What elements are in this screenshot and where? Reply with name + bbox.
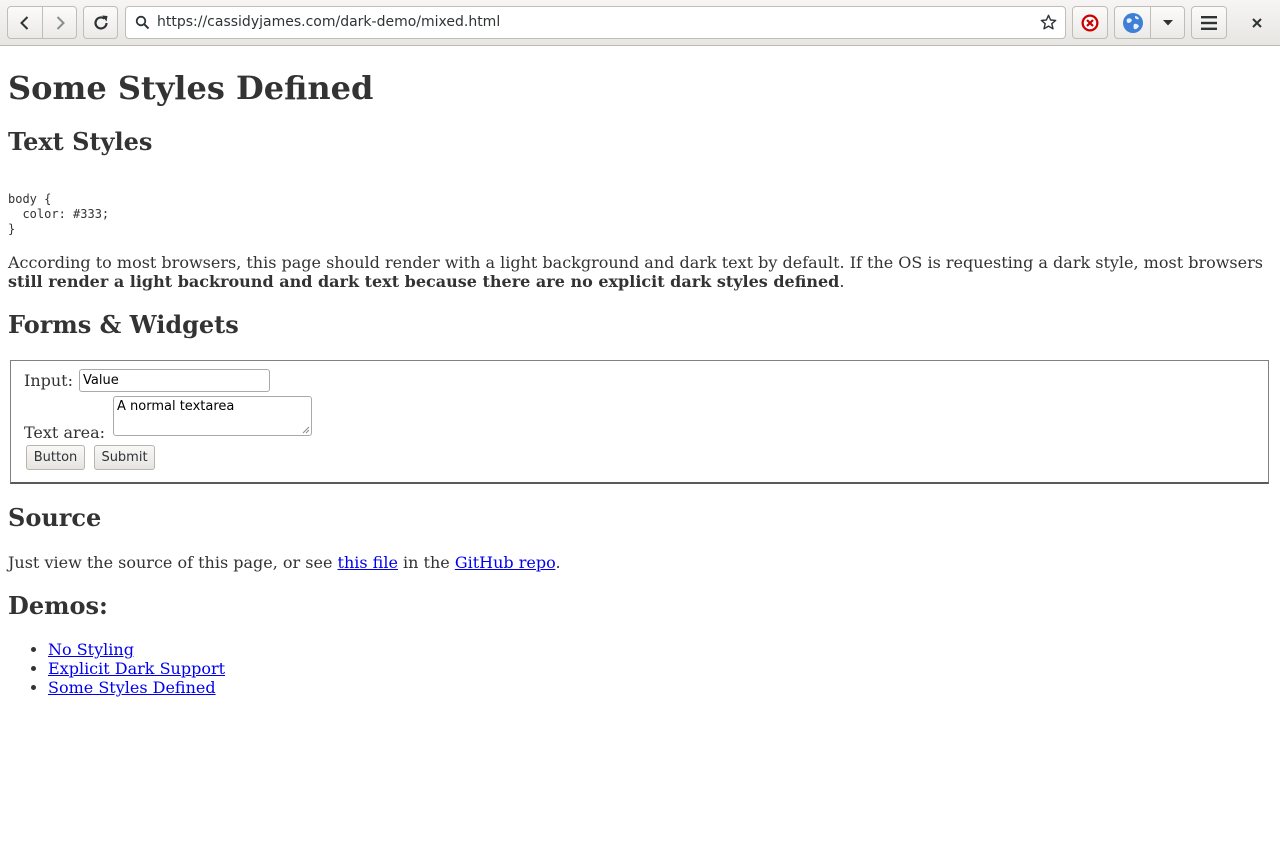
stop-icon [1081, 14, 1099, 31]
menu-group [1191, 6, 1227, 39]
reload-icon [93, 15, 108, 29]
list-item: Some Styles Defined [48, 678, 225, 697]
back-button[interactable] [8, 7, 42, 38]
back-arrow-icon [20, 15, 29, 30]
menu-button[interactable] [1192, 7, 1226, 38]
demo-link-explicit-dark-support[interactable]: Explicit Dark Support [48, 659, 225, 678]
source-text-3: . [555, 553, 561, 572]
close-icon [1252, 18, 1262, 28]
source-text-1: Just view the source of this page, or se… [8, 553, 338, 572]
globe-icon [1122, 12, 1143, 33]
stop-button[interactable] [1073, 7, 1107, 38]
source-paragraph: Just view the source of this page, or se… [8, 553, 1270, 572]
resize-grip-icon[interactable] [302, 426, 310, 434]
intro-text: According to most browsers, this page sh… [8, 253, 1263, 272]
url-text[interactable]: https://cassidyjames.com/dark-demo/mixed… [157, 7, 500, 38]
text-input[interactable]: Value [79, 369, 270, 392]
hamburger-menu-icon [1201, 15, 1217, 30]
globe-group [1114, 6, 1185, 39]
demos-heading: Demos: [8, 591, 108, 620]
intro-paragraph: According to most browsers, this page sh… [8, 253, 1270, 291]
demo-link-some-styles-defined[interactable]: Some Styles Defined [48, 678, 216, 697]
intro-end: . [839, 272, 845, 291]
intro-bold-text: still render a light backround and dark … [8, 272, 840, 291]
text-styles-heading: Text Styles [8, 127, 153, 156]
page-title: Some Styles Defined [8, 69, 374, 107]
forms-heading: Forms & Widgets [8, 310, 239, 339]
input-label: Input: [24, 371, 73, 390]
address-bar[interactable]: https://cassidyjames.com/dark-demo/mixed… [125, 6, 1066, 39]
close-window-button[interactable] [1244, 10, 1270, 36]
code-block: body { color: #333; } [8, 192, 110, 236]
source-heading: Source [8, 503, 102, 532]
textarea-label: Text area: [24, 423, 106, 442]
reload-group [83, 6, 118, 39]
forward-arrow-icon [56, 15, 65, 30]
list-item: No Styling [48, 640, 225, 659]
globe-button[interactable] [1115, 7, 1150, 38]
source-text-2: in the [397, 553, 455, 572]
search-icon [135, 15, 150, 30]
demo-link-no-styling[interactable]: No Styling [48, 640, 134, 659]
dropdown-button[interactable] [1150, 7, 1184, 38]
navigation-buttons [7, 6, 77, 39]
textarea-value[interactable]: A normal textarea [117, 399, 234, 414]
button-button[interactable]: Button [26, 445, 85, 470]
demos-list: No Styling Explicit Dark Support Some St… [8, 640, 225, 697]
list-item: Explicit Dark Support [48, 659, 225, 678]
reload-button[interactable] [84, 7, 117, 38]
bookmark-star-icon[interactable] [1040, 14, 1057, 31]
forward-button[interactable] [42, 7, 76, 38]
stop-group [1072, 6, 1108, 39]
github-repo-link[interactable]: GitHub repo [455, 553, 556, 572]
forms-fieldset: Input: Value Text area: A normal textare… [10, 360, 1269, 484]
textarea[interactable]: A normal textarea [113, 396, 312, 436]
browser-toolbar: https://cassidyjames.com/dark-demo/mixed… [0, 0, 1280, 46]
this-file-link[interactable]: this file [338, 553, 398, 572]
submit-button[interactable]: Submit [94, 445, 155, 470]
chevron-down-icon [1162, 19, 1173, 25]
